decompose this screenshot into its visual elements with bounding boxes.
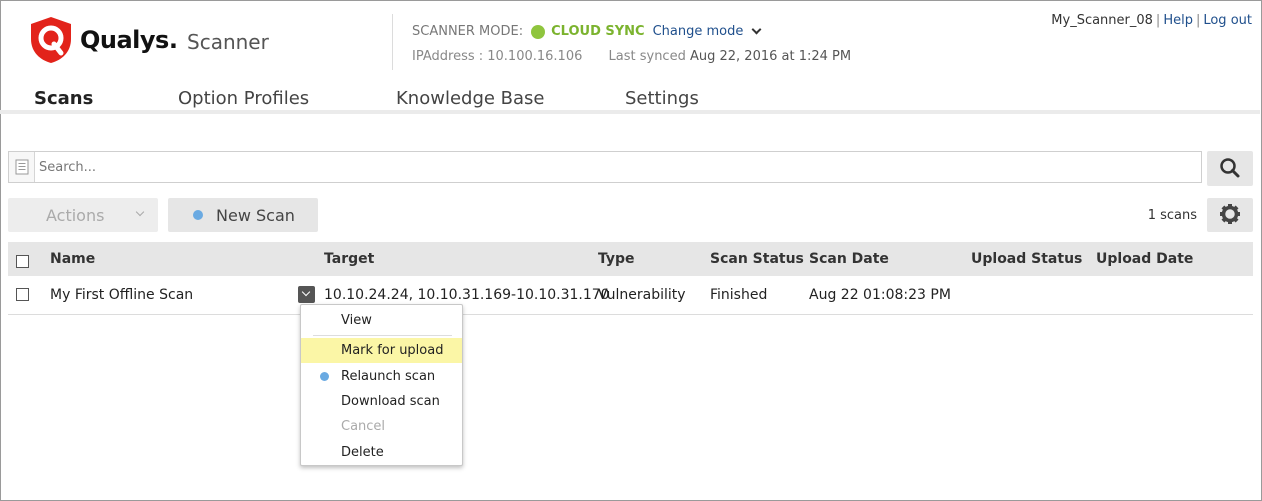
column-header-type[interactable]: Type (598, 251, 635, 267)
column-header-name[interactable]: Name (50, 251, 95, 267)
search-bar (8, 151, 1202, 183)
change-mode-label: Change mode (652, 24, 744, 39)
menu-item-delete[interactable]: Delete (301, 440, 462, 465)
menu-item-view[interactable]: View (301, 308, 462, 333)
new-scan-button[interactable]: New Scan (168, 198, 318, 232)
row-context-menu: View Mark for upload Relaunch scan Downl… (300, 304, 463, 466)
header-divider (392, 14, 393, 70)
scan-count: 1 scans (1147, 208, 1197, 223)
cell-type: Vulnerability (598, 287, 686, 303)
menu-item-cancel: Cancel (341, 419, 386, 434)
table-header: Name Target Type Scan Status Scan Date U… (8, 242, 1253, 276)
status-dot-icon (531, 24, 546, 39)
menu-item-download-scan[interactable]: Download scan (301, 389, 462, 414)
column-header-target[interactable]: Target (324, 251, 374, 267)
product-name: Scanner (187, 30, 269, 54)
column-header-scan-date[interactable]: Scan Date (809, 251, 889, 267)
actions-label: Actions (46, 206, 105, 225)
bullet-icon (193, 210, 203, 220)
new-scan-label: New Scan (216, 206, 295, 225)
row-checkbox[interactable] (16, 288, 29, 301)
settings-button[interactable] (1207, 198, 1253, 232)
menu-item-relaunch-scan[interactable]: Relaunch scan (301, 364, 462, 389)
scanner-mode: SCANNER MODE: CLOUD SYNC Change mode (412, 24, 762, 39)
brand-name: Qualys. (80, 26, 178, 54)
tab-knowledge-base[interactable]: Knowledge Base (396, 88, 545, 109)
search-input[interactable] (39, 154, 1189, 180)
cell-scan-date: Aug 22 01:08:23 PM (809, 287, 951, 303)
last-synced-label: Last synced (608, 49, 686, 64)
nav-divider (0, 110, 1260, 114)
bullet-icon (320, 372, 329, 381)
help-link[interactable]: Help (1163, 13, 1193, 28)
chevron-down-icon (751, 24, 762, 35)
logout-link[interactable]: Log out (1203, 13, 1252, 28)
scanner-info: IPAddress : 10.100.16.106 Last synced Au… (412, 49, 851, 64)
column-header-upload-status[interactable]: Upload Status (971, 251, 1082, 267)
column-header-scan-status[interactable]: Scan Status (710, 251, 804, 267)
actions-button[interactable]: Actions (8, 198, 158, 232)
cell-target: 10.10.24.24, 10.10.31.169-10.10.31.170 (324, 287, 610, 303)
change-mode-link[interactable]: Change mode (652, 24, 762, 39)
ip-address: IPAddress : 10.100.16.106 (412, 49, 583, 64)
row-actions-dropdown[interactable] (298, 286, 315, 303)
cell-scan-status: Finished (710, 287, 768, 303)
chevron-down-icon (135, 207, 145, 217)
last-synced-value: Aug 22, 2016 at 1:24 PM (689, 49, 852, 64)
scanner-mode-label: SCANNER MODE: (412, 24, 524, 39)
user-menu: My_Scanner_08 | Help | Log out (1051, 13, 1252, 28)
menu-item-mark-for-upload[interactable]: Mark for upload (301, 338, 462, 363)
search-button[interactable] (1207, 151, 1253, 186)
scanner-mode-value: CLOUD SYNC (551, 24, 645, 39)
search-icon (1220, 158, 1240, 178)
qualys-logo-icon (31, 17, 71, 63)
username: My_Scanner_08 (1051, 13, 1153, 28)
table-row[interactable]: My First Offline Scan 10.10.24.24, 10.10… (8, 276, 1253, 315)
tab-settings[interactable]: Settings (625, 88, 699, 109)
menu-divider (313, 335, 452, 336)
document-icon[interactable] (9, 152, 35, 182)
cell-name: My First Offline Scan (50, 287, 194, 303)
tab-option-profiles[interactable]: Option Profiles (178, 88, 309, 109)
column-header-upload-date[interactable]: Upload Date (1096, 251, 1193, 267)
main-nav: Scans Option Profiles Knowledge Base Set… (0, 86, 1260, 112)
select-all-checkbox[interactable] (16, 255, 29, 268)
tab-scans[interactable]: Scans (34, 88, 93, 109)
gear-icon (1220, 204, 1240, 224)
